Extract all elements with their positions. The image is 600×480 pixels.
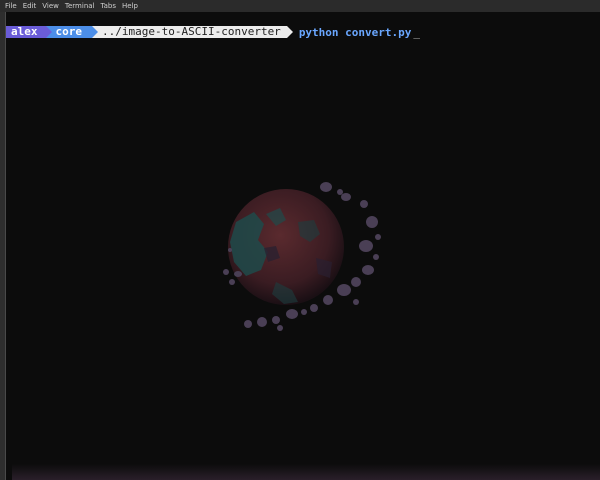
command-text: python convert.py <box>298 25 412 39</box>
menu-terminal[interactable]: Terminal <box>62 0 98 12</box>
prompt-path-segment: ../image-to-ASCII-converter <box>92 26 293 38</box>
bottom-edge-glow <box>12 464 600 480</box>
shell-prompt: alex core ../image-to-ASCII-converter py… <box>6 25 421 39</box>
terminal-area[interactable]: alex core ../image-to-ASCII-converter py… <box>6 12 600 480</box>
menu-bar: File Edit View Terminal Tabs Help <box>0 0 600 12</box>
menu-help[interactable]: Help <box>119 0 141 12</box>
prompt-branch-segment: core <box>45 26 98 38</box>
menu-file[interactable]: File <box>2 0 20 12</box>
menu-edit[interactable]: Edit <box>20 0 40 12</box>
menu-tabs[interactable]: Tabs <box>98 0 120 12</box>
text-cursor: _ <box>413 25 421 39</box>
planet-with-asteroids-icon <box>223 182 381 331</box>
prompt-user-segment: alex <box>6 26 51 38</box>
menu-view[interactable]: View <box>39 0 62 12</box>
